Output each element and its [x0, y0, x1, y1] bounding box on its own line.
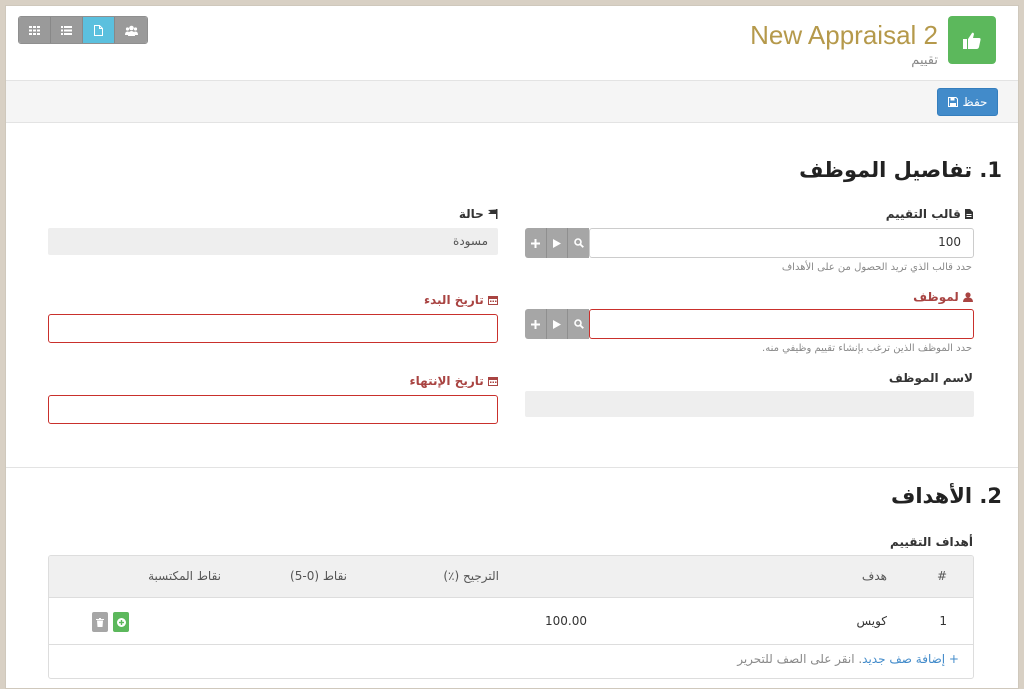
employee-input[interactable] [589, 309, 974, 339]
row-add-button[interactable] [113, 612, 129, 632]
page-subtitle: تقييم [911, 53, 938, 68]
template-label: قالب التقييم [753, 207, 973, 221]
template-open-button[interactable] [546, 228, 569, 258]
grid-icon [29, 25, 40, 35]
calendar-icon [488, 296, 498, 305]
employee-search-button[interactable] [568, 309, 589, 339]
plus-circle-icon [116, 617, 126, 627]
file-icon [965, 209, 973, 219]
employee-add-button[interactable] [525, 309, 547, 339]
users-view-button[interactable] [115, 17, 147, 43]
template-input[interactable]: 100 [589, 228, 974, 258]
add-row-link[interactable]: + إضافة صف جديد [862, 652, 959, 666]
section-employee-details-title: 1. تفاصيل الموظف [799, 158, 1002, 182]
trash-icon [96, 617, 104, 627]
template-help: حدد قالب الذي تريد الحصول من على الأهداف [781, 262, 972, 273]
goals-table-label: أهداف التقييم [890, 535, 973, 549]
row-goal: كويس [856, 614, 887, 628]
employee-label-text: لموظف [913, 290, 959, 304]
search-icon [573, 238, 584, 248]
start-date-input[interactable] [48, 314, 498, 343]
end-date-input[interactable] [48, 395, 498, 424]
status-value-box [48, 228, 498, 255]
page-title: New Appraisal 2 [750, 20, 938, 50]
employee-name-label: لاسم الموظف [888, 371, 973, 385]
status-label: حالة [436, 207, 498, 221]
row-delete-button[interactable] [92, 612, 108, 632]
plus-icon [530, 319, 540, 329]
col-goal: هدف [861, 569, 887, 583]
form-view-button[interactable] [83, 17, 115, 43]
form-toolbar: حفظ [6, 81, 1018, 123]
col-earned: نقاط المكتسبة [148, 569, 221, 583]
end-date-label: تاريخ الإنتهاء [306, 374, 498, 388]
col-weight: الترجيح (٪) [443, 569, 499, 583]
template-add-button[interactable] [525, 228, 547, 258]
section-divider [6, 467, 1018, 468]
row-weight: 100.00 [545, 614, 587, 628]
end-date-label-text: تاريخ الإنتهاء [409, 374, 484, 388]
grid-view-button[interactable] [19, 17, 51, 43]
document-icon [94, 24, 103, 36]
template-search-button[interactable] [568, 228, 589, 258]
goals-table: # هدف الترجيح (٪) نقاط (0-5) نقاط المكتس… [48, 555, 974, 679]
view-switcher [18, 16, 148, 44]
template-label-text: قالب التقييم [885, 207, 961, 221]
play-icon [553, 238, 561, 248]
employee-help: حدد الموظف الذين ترغب بإنشاء تقييم وظيفي… [762, 343, 972, 354]
col-index: # [936, 569, 947, 583]
save-label: حفظ [962, 95, 988, 109]
list-icon [61, 25, 72, 35]
table-header: # هدف الترجيح (٪) نقاط (0-5) نقاط المكتس… [49, 556, 973, 598]
section-goals-title: 2. الأهداف [890, 484, 1002, 508]
table-row[interactable]: 1 كويس 100.00 [49, 598, 973, 645]
user-icon [963, 292, 973, 302]
flag-icon [488, 209, 498, 219]
calendar-icon [488, 377, 498, 386]
save-button[interactable]: حفظ [937, 88, 998, 116]
page-title-block: New Appraisal 2 تقييم [750, 22, 938, 68]
list-view-button[interactable] [51, 17, 83, 43]
floppy-icon [947, 97, 958, 107]
employee-addon-group [525, 309, 589, 339]
start-date-label-text: تاريخ البدء [423, 293, 484, 307]
thumbs-up-icon [963, 32, 981, 49]
users-icon [124, 25, 138, 36]
status-label-text: حالة [458, 207, 484, 221]
status-value: مسودة [453, 234, 488, 248]
search-icon [573, 319, 584, 329]
template-addon-group [525, 228, 589, 258]
plus-icon [530, 238, 540, 248]
employee-open-button[interactable] [546, 309, 569, 339]
employee-name-box [525, 391, 974, 417]
col-score: نقاط (0-5) [290, 569, 347, 583]
play-icon [553, 319, 561, 329]
start-date-label: تاريخ البدء [306, 293, 498, 307]
employee-label: لموظف [773, 290, 973, 304]
template-value: 100 [938, 235, 961, 249]
add-row-area: + إضافة صف جديد. انقر على الصف للتحرير [737, 652, 959, 666]
appraisal-badge [948, 16, 996, 64]
add-row-hint: . انقر على الصف للتحرير [737, 652, 863, 666]
page-header: New Appraisal 2 تقييم [6, 6, 1018, 81]
app-frame: New Appraisal 2 تقييم حفظ 1. تفاصيل المو… [5, 5, 1019, 689]
row-index: 1 [939, 614, 947, 628]
